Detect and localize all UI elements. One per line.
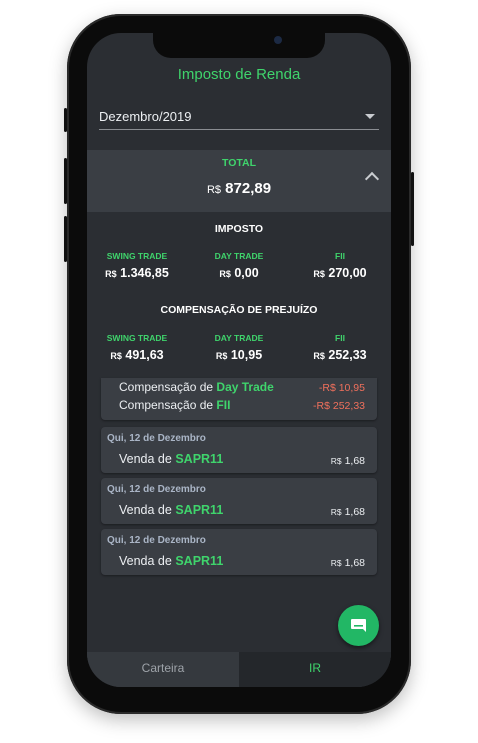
imposto-swing-trade-label: SWING TRADE <box>106 251 168 261</box>
imposto-swing-trade: SWING TRADE R$ 1.346,85 <box>87 251 187 280</box>
transaction-amount: R$ 1,68 <box>331 506 365 518</box>
app-screen: Imposto de Renda Dezembro/2019 TOTAL R$ … <box>87 33 391 687</box>
camera-icon <box>274 36 282 44</box>
transaction-prefix: Venda de <box>119 503 172 517</box>
imposto-day-trade-value: R$ 0,00 <box>189 266 289 280</box>
compensacao-fii-value: R$ 252,33 <box>290 348 390 362</box>
compensacao-swing-trade: SWING TRADE R$ 491,63 <box>87 333 187 362</box>
amount: 270,00 <box>328 266 367 280</box>
transaction-card[interactable]: Qui, 12 de Dezembro Venda de SAPR11 R$ 1… <box>101 478 377 524</box>
chat-fab-button[interactable] <box>338 605 379 646</box>
transaction-card[interactable]: Qui, 12 de Dezembro Venda de SAPR11 R$ 1… <box>101 427 377 473</box>
compensacao-title: COMPENSAÇÃO DE PREJUÍZO <box>160 304 318 316</box>
currency-symbol: R$ <box>110 351 122 361</box>
transaction-date: Qui, 12 de Dezembro <box>107 535 206 546</box>
compensacao-swing-trade-label: SWING TRADE <box>106 333 168 343</box>
transaction-card[interactable]: Qui, 12 de Dezembro Venda de SAPR11 R$ 1… <box>101 529 377 575</box>
imposto-swing-trade-value: R$ 1.346,85 <box>87 266 187 280</box>
compensacao-day-trade-value: R$ 10,95 <box>189 348 289 362</box>
amount: 1,68 <box>344 455 365 467</box>
amount: 491,63 <box>125 348 164 362</box>
compensation-amount: -R$ 10,95 <box>318 382 365 394</box>
phone-notch <box>153 28 325 58</box>
compensation-type: Day Trade <box>216 380 274 394</box>
transaction-prefix: Venda de <box>119 452 172 466</box>
compensation-card[interactable]: Compensação de Day Trade -R$ 10,95 Compe… <box>101 378 377 420</box>
currency-symbol: R$ <box>313 351 325 361</box>
compensation-type: FII <box>216 398 231 412</box>
transaction-description: Venda de SAPR11 <box>119 554 223 568</box>
imposto-fii-value: R$ 270,00 <box>290 266 390 280</box>
month-select[interactable]: Dezembro/2019 <box>99 103 379 130</box>
amount: 1.346,85 <box>120 266 169 280</box>
compensation-prefix: Compensação de <box>119 398 214 412</box>
currency-symbol: R$ <box>330 507 342 517</box>
transaction-ticker: SAPR11 <box>175 554 224 568</box>
total-value: R$ 872,89 <box>87 180 391 197</box>
mute-switch <box>64 108 67 132</box>
transaction-ticker: SAPR11 <box>175 452 224 466</box>
currency-symbol: R$ <box>313 269 325 279</box>
imposto-fii-label: FII <box>335 251 345 261</box>
transaction-description: Venda de SAPR11 <box>119 452 223 466</box>
amount: 10,95 <box>230 348 263 362</box>
power-button <box>411 172 414 246</box>
compensation-line-fii: Compensação de FII <box>119 398 230 412</box>
imposto-day-trade: DAY TRADE R$ 0,00 <box>189 251 289 280</box>
transaction-date: Qui, 12 de Dezembro <box>107 433 206 444</box>
volume-up-button <box>64 158 67 204</box>
transaction-prefix: Venda de <box>119 554 172 568</box>
amount: 1,68 <box>344 506 365 518</box>
compensacao-fii: FII R$ 252,33 <box>290 333 390 362</box>
total-amount: 872,89 <box>225 180 272 197</box>
total-panel: TOTAL R$ 872,89 <box>87 150 391 212</box>
amount: 0,00 <box>234 266 259 280</box>
compensation-line-day-trade: Compensação de Day Trade <box>119 380 274 394</box>
transaction-description: Venda de SAPR11 <box>119 503 223 517</box>
tab-carteira[interactable]: Carteira <box>87 652 239 687</box>
volume-down-button <box>64 216 67 262</box>
currency-symbol: R$ <box>330 558 342 568</box>
amount: 252,33 <box>328 348 367 362</box>
transaction-date: Qui, 12 de Dezembro <box>107 484 206 495</box>
month-select-value: Dezembro/2019 <box>99 109 192 124</box>
currency-symbol: R$ <box>206 184 221 196</box>
chat-icon <box>351 619 366 632</box>
amount: 1,68 <box>344 557 365 569</box>
transaction-amount: R$ 1,68 <box>331 455 365 467</box>
compensation-prefix: Compensação de <box>119 380 214 394</box>
tab-ir[interactable]: IR <box>239 652 391 687</box>
imposto-fii: FII R$ 270,00 <box>290 251 390 280</box>
currency-symbol: R$ <box>330 456 342 466</box>
transaction-amount: R$ 1,68 <box>331 557 365 569</box>
total-label: TOTAL <box>221 157 257 169</box>
compensacao-day-trade: DAY TRADE R$ 10,95 <box>189 333 289 362</box>
imposto-title: IMPOSTO <box>214 223 264 235</box>
compensation-amount: -R$ 252,33 <box>313 400 365 412</box>
currency-symbol: R$ <box>215 351 228 361</box>
bottom-tab-bar: Carteira IR <box>87 652 391 687</box>
compensacao-swing-trade-value: R$ 491,63 <box>87 348 187 362</box>
currency-symbol: R$ <box>219 269 231 279</box>
compensacao-fii-label: FII <box>335 333 345 343</box>
imposto-day-trade-label: DAY TRADE <box>214 251 264 261</box>
compensacao-day-trade-label: DAY TRADE <box>214 333 264 343</box>
caret-down-icon <box>365 114 375 119</box>
currency-symbol: R$ <box>105 269 117 279</box>
transaction-ticker: SAPR11 <box>175 503 224 517</box>
page-title: Imposto de Renda <box>177 66 301 83</box>
